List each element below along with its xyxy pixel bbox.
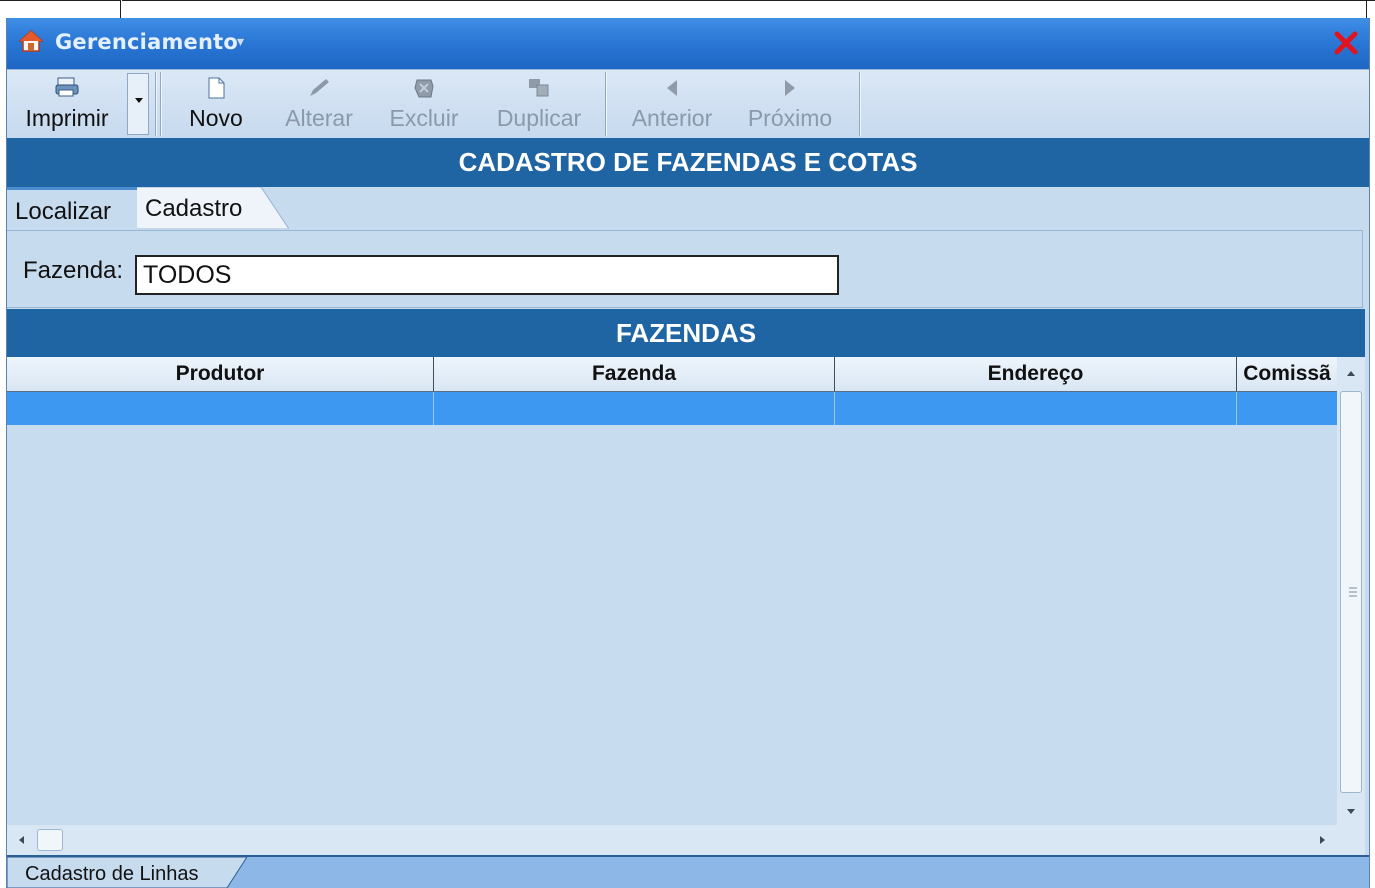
tab-localizar-label: Localizar [15, 198, 112, 225]
toolbar-separator [160, 72, 161, 136]
delete-label: Excluir [389, 105, 459, 131]
window-title: Gerenciamento [55, 30, 238, 54]
scrollbar-corner [1337, 825, 1365, 855]
table-cell[interactable] [835, 392, 1237, 425]
column-header-fazenda[interactable]: Fazenda [434, 357, 835, 391]
new-document-icon [208, 77, 225, 99]
vertical-scrollbar[interactable] [1337, 357, 1365, 825]
filter-panel: Fazenda: [7, 230, 1363, 308]
print-button[interactable]: Imprimir [7, 70, 127, 139]
fazenda-filter-label: Fazenda: [23, 257, 124, 284]
grip-icon [1349, 587, 1357, 597]
scroll-right-icon[interactable] [1309, 825, 1337, 855]
top-border-tick [120, 0, 121, 18]
print-label: Imprimir [25, 105, 109, 131]
horizontal-scroll-thumb[interactable] [37, 829, 63, 851]
new-button[interactable]: Novo [173, 70, 259, 139]
pencil-icon [310, 79, 329, 96]
duplicate-button[interactable]: Duplicar [483, 70, 595, 139]
table-cell[interactable] [7, 392, 434, 425]
tab-cadastro-label: Cadastro [145, 195, 243, 222]
column-header-produtor[interactable]: Produtor [7, 357, 434, 391]
table-row[interactable] [7, 392, 1337, 425]
scroll-left-icon[interactable] [7, 825, 35, 855]
top-border-line-left [0, 0, 120, 1]
new-label: Novo [189, 105, 243, 131]
scroll-up-icon[interactable] [1337, 357, 1365, 389]
edit-label: Alterar [285, 105, 353, 131]
duplicate-label: Duplicar [496, 105, 582, 131]
screen-top-border [0, 0, 1375, 18]
table-cell[interactable] [434, 392, 835, 425]
arrow-right-icon [785, 80, 795, 96]
top-border-tick-right [1366, 0, 1367, 18]
tab-cadastro[interactable]: Cadastro [129, 187, 289, 229]
vertical-scroll-thumb[interactable] [1340, 391, 1362, 793]
title-menu-chevron-icon[interactable]: ▾ [237, 34, 244, 50]
top-border-line-right [122, 0, 1375, 1]
toolbar-separator [155, 72, 156, 136]
previous-label: Anterior [631, 105, 713, 131]
column-header-comissao[interactable]: Comissã [1237, 357, 1337, 391]
edit-button[interactable]: Alterar [269, 70, 369, 139]
toolbar-separator [859, 72, 860, 136]
toolbar-separator [605, 72, 606, 136]
print-dropdown-button[interactable] [127, 73, 149, 135]
table-cell[interactable] [1237, 392, 1337, 425]
printer-icon [55, 77, 79, 97]
close-icon[interactable] [1333, 30, 1359, 56]
column-header-endereco[interactable]: Endereço [835, 357, 1237, 391]
app-window: Gerenciamento ▾ Imprimir Novo Alterar Ex… [6, 18, 1370, 888]
bottom-tab-bar: Cadastro de Linhas [7, 855, 1369, 888]
next-label: Próximo [747, 105, 833, 131]
toolbar: Imprimir Novo Alterar Excluir Duplicar A… [7, 69, 1369, 139]
tab-localizar[interactable]: Localizar [7, 187, 137, 232]
grid-header-row: Produtor Fazenda Endereço Comissã [7, 357, 1337, 393]
page-title: CADASTRO DE FAZENDAS E COTAS [7, 138, 1369, 187]
horizontal-scrollbar[interactable] [7, 825, 1337, 855]
grid-body[interactable] [7, 425, 1337, 825]
duplicate-icon [529, 79, 549, 97]
title-bar[interactable]: Gerenciamento ▾ [7, 18, 1369, 69]
fazenda-filter-input[interactable] [135, 255, 839, 295]
home-icon [19, 30, 43, 52]
delete-button[interactable]: Excluir [377, 70, 471, 139]
scroll-down-icon[interactable] [1337, 797, 1365, 825]
delete-icon [414, 79, 434, 98]
next-button[interactable]: Próximo [735, 70, 845, 139]
arrow-left-icon [667, 80, 677, 96]
caret-down-icon [135, 98, 143, 103]
tab-strip: Cadastro Localizar [7, 187, 1369, 232]
previous-button[interactable]: Anterior [617, 70, 727, 139]
grid-title: FAZENDAS [7, 309, 1365, 357]
bottom-tab-cadastro-de-linhas[interactable]: Cadastro de Linhas [25, 863, 198, 886]
